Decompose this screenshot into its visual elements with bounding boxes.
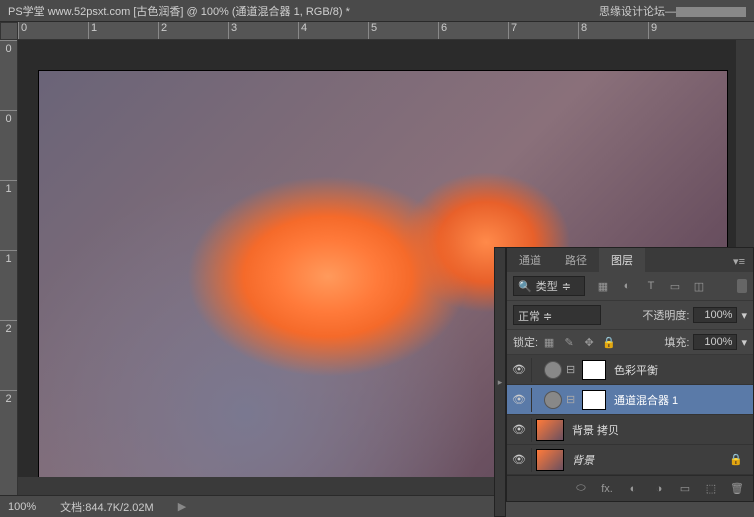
blend-row: 正常 ≑ 不透明度: 100% ▾ <box>507 301 753 330</box>
adjustment-icon <box>544 361 562 379</box>
ruler-origin[interactable] <box>0 22 18 40</box>
delete-layer-icon[interactable]: 🗑 <box>729 482 745 495</box>
fill-label: 填充: <box>664 334 689 350</box>
opacity-value[interactable]: 100% <box>693 307 737 323</box>
watermark: 思缘设计论坛— <box>599 3 746 19</box>
lock-icon: 🔒 <box>729 453 743 466</box>
chevron-down-icon[interactable]: ▾ <box>741 309 747 322</box>
tab-paths[interactable]: 路径 <box>553 248 599 272</box>
ruler-horizontal[interactable]: 0123456789 <box>18 22 754 40</box>
panel-menu-icon[interactable]: ▾≡ <box>725 251 753 272</box>
layer-background-copy[interactable]: 👁 背景 拷贝 <box>507 415 753 445</box>
tab-layers[interactable]: 图层 <box>599 248 645 272</box>
link-icon: ⊟ <box>566 393 578 406</box>
layer-thumbnail[interactable] <box>536 449 564 471</box>
panel-collapse-bar[interactable]: ▸ <box>494 247 506 517</box>
layer-name[interactable]: 背景 <box>572 452 594 468</box>
document-info[interactable]: 文档:844.7K/2.02M <box>60 499 154 515</box>
layers-panel-footer: ⬭ fx. ◐ ◑ ▭ ⬚ 🗑 <box>507 475 753 501</box>
layer-thumbnail[interactable] <box>536 419 564 441</box>
lock-move-icon[interactable]: ✥ <box>582 335 596 349</box>
chevron-down-icon: ≑ <box>540 311 552 323</box>
new-adjustment-icon[interactable]: ◑ <box>651 483 667 495</box>
zoom-level[interactable]: 100% <box>8 501 36 513</box>
link-icon: ⊟ <box>566 363 578 376</box>
filter-text-icon[interactable]: T <box>643 278 659 294</box>
lock-label: 锁定: <box>513 334 538 350</box>
filter-pixel-icon[interactable]: ▦ <box>595 278 611 294</box>
layer-name[interactable]: 背景 拷贝 <box>572 422 619 438</box>
layer-color-balance[interactable]: 👁 ⊟ 色彩平衡 <box>507 355 753 385</box>
visibility-eye-icon[interactable]: 👁 <box>511 392 527 408</box>
layer-name[interactable]: 色彩平衡 <box>614 362 658 378</box>
layer-mask[interactable] <box>582 390 606 410</box>
lock-pixels-icon[interactable]: ▦ <box>542 335 556 349</box>
panel-tabs: 通道 路径 图层 ▾≡ <box>507 248 753 272</box>
statusbar-menu-arrow-icon[interactable]: ▶ <box>178 500 186 513</box>
new-group-icon[interactable]: ▭ <box>677 482 693 495</box>
layer-filter-row: 🔍类型 ≑ ▦ ◐ T ▭ ◫ <box>507 272 753 301</box>
ruler-vertical[interactable]: 001122 <box>0 40 18 495</box>
tab-channels[interactable]: 通道 <box>507 248 553 272</box>
link-layers-icon[interactable]: ⬭ <box>573 482 589 495</box>
layer-name[interactable]: 通道混合器 1 <box>614 392 678 408</box>
layer-channel-mixer[interactable]: 👁 ⊟ 通道混合器 1 <box>507 385 753 415</box>
adjustment-icon <box>544 391 562 409</box>
filter-toggle[interactable] <box>737 279 747 293</box>
layers-list: 👁 ⊟ 色彩平衡 👁 ⊟ 通道混合器 1 👁 背景 拷贝 👁 背景 🔒 <box>507 355 753 475</box>
layer-background[interactable]: 👁 背景 🔒 <box>507 445 753 475</box>
add-mask-icon[interactable]: ◐ <box>625 483 641 495</box>
chevron-down-icon: ≑ <box>562 280 571 293</box>
lock-row: 锁定: ▦ ✎ ✥ 🔒 填充: 100% ▾ <box>507 330 753 355</box>
layer-mask[interactable] <box>582 360 606 380</box>
layers-panel: 通道 路径 图层 ▾≡ 🔍类型 ≑ ▦ ◐ T ▭ ◫ 正常 ≑ 不透明度: 1… <box>506 247 754 502</box>
blend-mode-select[interactable]: 正常 ≑ <box>513 305 601 325</box>
lock-all-icon[interactable]: 🔒 <box>602 335 616 349</box>
filter-smart-icon[interactable]: ◫ <box>691 278 707 294</box>
visibility-eye-icon[interactable]: 👁 <box>511 362 527 378</box>
chevron-down-icon[interactable]: ▾ <box>741 336 747 349</box>
chevron-right-icon: ▸ <box>498 377 503 388</box>
filter-type-select[interactable]: 🔍类型 ≑ <box>513 276 585 296</box>
filter-shape-icon[interactable]: ▭ <box>667 278 683 294</box>
new-layer-icon[interactable]: ⬚ <box>703 482 719 495</box>
lock-position-icon[interactable]: ✎ <box>562 335 576 349</box>
visibility-eye-icon[interactable]: 👁 <box>511 422 527 438</box>
filter-adjustment-icon[interactable]: ◐ <box>619 278 635 294</box>
watermark-logo <box>676 7 746 17</box>
document-title: PS学堂 www.52psxt.com [古色润香] @ 100% (通道混合器… <box>8 3 350 19</box>
fill-value[interactable]: 100% <box>693 334 737 350</box>
layer-fx-icon[interactable]: fx. <box>599 483 615 495</box>
opacity-label: 不透明度: <box>642 307 689 323</box>
search-icon: 🔍 <box>518 280 532 293</box>
visibility-eye-icon[interactable]: 👁 <box>511 452 527 468</box>
